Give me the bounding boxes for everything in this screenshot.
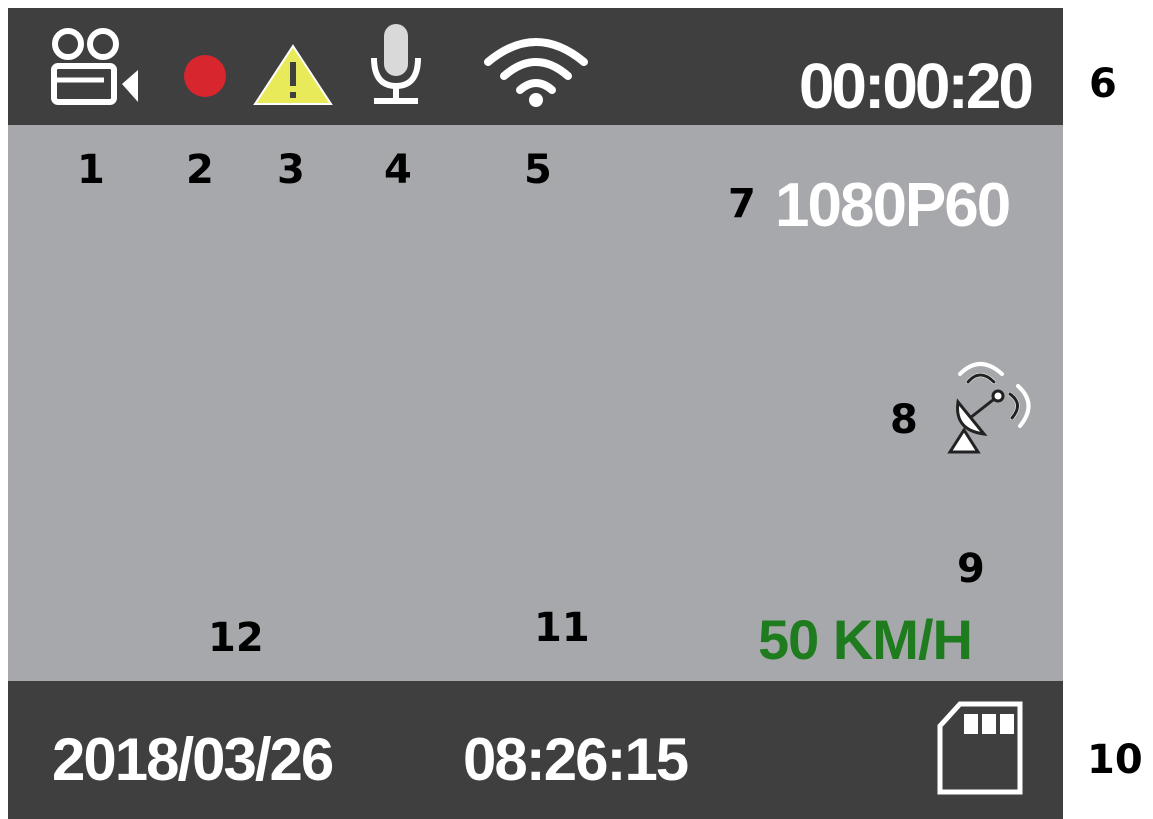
time-readout: 08:26:15: [463, 726, 689, 793]
callout-5: 5: [524, 147, 552, 193]
callout-9: 9: [957, 546, 985, 592]
sd-card-icon: [937, 701, 1023, 795]
recording-timer: 00:00:20: [798, 50, 1034, 122]
callout-1: 1: [77, 147, 105, 193]
record-dot-icon: [184, 55, 226, 97]
callout-12: 12: [208, 615, 264, 661]
callout-4: 4: [384, 147, 412, 193]
speed-readout: 50 KM/H: [758, 608, 973, 671]
gps-satellite-icon: [947, 362, 1031, 454]
warning-icon: [253, 44, 333, 105]
callout-6: 6: [1089, 61, 1117, 107]
microphone-icon: [371, 24, 421, 104]
callout-8: 8: [890, 397, 918, 443]
callout-2: 2: [186, 147, 214, 193]
wifi-icon: [484, 38, 588, 107]
callout-3: 3: [277, 147, 305, 193]
video-resolution: 1080P60: [775, 171, 1011, 240]
video-camera-icon: [51, 28, 138, 105]
callout-7: 7: [728, 181, 756, 227]
callout-11: 11: [534, 605, 590, 651]
callout-10: 10: [1087, 737, 1143, 783]
date-readout: 2018/03/26: [52, 726, 334, 793]
